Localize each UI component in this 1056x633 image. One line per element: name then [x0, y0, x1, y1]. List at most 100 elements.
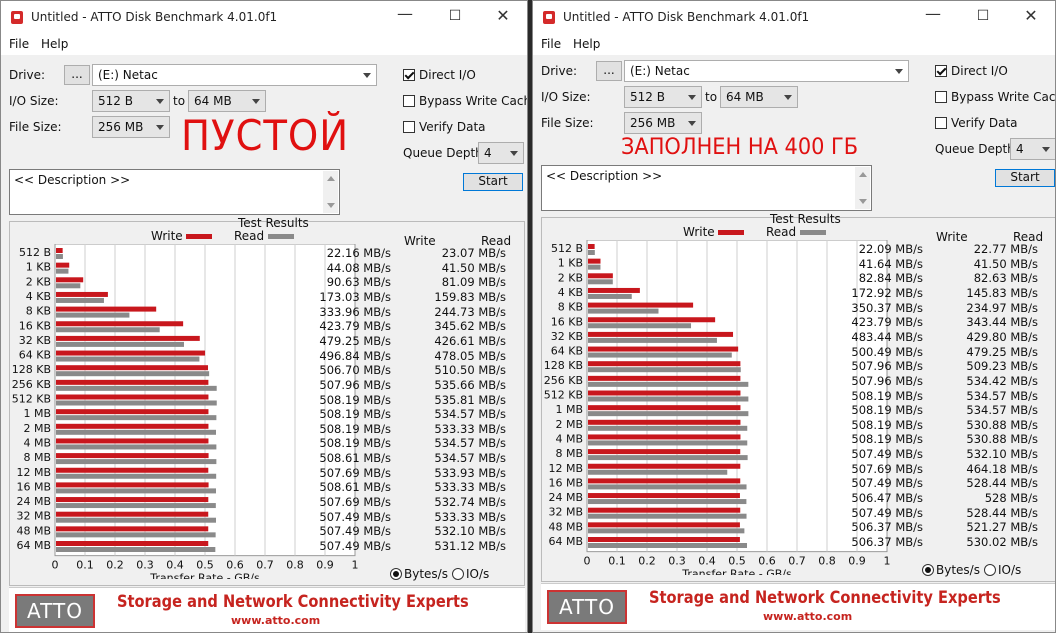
- write-value: 507.49 MB/s: [851, 505, 923, 520]
- read-bar: [588, 352, 732, 358]
- bytes-per-second-radio[interactable]: [922, 564, 934, 576]
- axis-tick-label: 0.1: [608, 555, 626, 568]
- write-bar: [588, 419, 741, 425]
- atto-logo: ATTO: [547, 590, 627, 624]
- axis-tick-label: 0.8: [286, 559, 304, 572]
- write-bar: [56, 379, 209, 385]
- file-size-select[interactable]: 256 MB: [92, 116, 170, 138]
- bypass-write-cache-checkbox[interactable]: [935, 91, 947, 103]
- read-value: 533.93 MB/s: [434, 465, 506, 480]
- read-value: 41.50 MB/s: [973, 256, 1038, 271]
- description-field[interactable]: << Description >>: [9, 169, 340, 215]
- menu-help[interactable]: Help: [41, 37, 68, 51]
- io-size-from-select[interactable]: 512 B: [624, 86, 702, 108]
- write-value: 350.37 MB/s: [851, 300, 923, 315]
- menu-help[interactable]: Help: [573, 37, 600, 51]
- size-label: 128 KB: [12, 363, 51, 376]
- browse-button[interactable]: ...: [596, 61, 622, 81]
- test-results-panel: Test Results Write Read Write Read 512 B1 KB 2…: [541, 212, 1055, 582]
- minimize-icon[interactable]: —: [923, 5, 943, 23]
- description-scrollbar[interactable]: [323, 171, 338, 213]
- io-size-to-value: 64 MB: [194, 94, 232, 108]
- read-bar: [56, 297, 104, 303]
- axis-tick-label: 0.5: [196, 559, 214, 572]
- verify-data-checkbox[interactable]: [403, 121, 415, 133]
- menu-file[interactable]: File: [541, 37, 561, 51]
- io-size-to-value: 64 MB: [726, 90, 764, 104]
- description-scrollbar[interactable]: [855, 167, 870, 209]
- axis-tick-label: 0.8: [818, 555, 836, 568]
- write-bar: [56, 335, 200, 341]
- write-bar: [588, 449, 741, 455]
- size-label: 4 KB: [26, 290, 51, 303]
- io-per-second-label: IO/s: [998, 563, 1022, 577]
- io-size-from-select[interactable]: 512 B: [92, 90, 170, 112]
- drive-select[interactable]: (E:) Netac: [92, 64, 377, 86]
- maximize-icon[interactable]: ☐: [973, 7, 993, 25]
- size-label: 4 MB: [555, 432, 583, 445]
- size-label: 2 KB: [26, 275, 51, 288]
- minimize-icon[interactable]: —: [395, 5, 415, 23]
- io-per-second-radio[interactable]: [984, 564, 996, 576]
- bypass-write-cache-checkbox[interactable]: [403, 95, 415, 107]
- queue-depth-label: Queue Depth:: [935, 142, 1019, 156]
- direct-io-checkbox[interactable]: [403, 69, 415, 81]
- description-field[interactable]: << Description >>: [541, 165, 872, 211]
- size-label: 2 KB: [558, 271, 583, 284]
- write-bar: [56, 423, 209, 429]
- axis-tick-label: 0.1: [76, 559, 94, 572]
- queue-depth-value: 4: [1016, 142, 1024, 156]
- queue-depth-select[interactable]: 4: [1010, 138, 1055, 160]
- size-label: 16 MB: [16, 480, 51, 493]
- file-size-select[interactable]: 256 MB: [624, 112, 702, 134]
- write-value: 507.49 MB/s: [851, 447, 923, 462]
- legend-read-swatch: [268, 234, 294, 239]
- axis-tick-label: 0.2: [638, 555, 656, 568]
- menu-file[interactable]: File: [9, 37, 29, 51]
- drive-select[interactable]: (E:) Netac: [624, 60, 909, 82]
- transfer-rate-chart: 512 B 1 KB2 KB 4 KB 8 KB16 KB 32 KB 64 KB128 …: [12, 244, 359, 579]
- write-bar: [56, 365, 209, 371]
- io-size-to-select[interactable]: 64 MB: [188, 90, 266, 112]
- read-value: 510.50 MB/s: [434, 363, 506, 378]
- read-bar: [588, 367, 741, 373]
- read-bar: [588, 411, 749, 417]
- write-bar: [56, 438, 209, 444]
- description-text: << Description >>: [14, 173, 131, 187]
- read-value: 531.12 MB/s: [434, 539, 506, 553]
- read-value: 429.80 MB/s: [966, 329, 1038, 344]
- read-value: 521.27 MB/s: [966, 520, 1038, 535]
- read-bar: [56, 488, 216, 494]
- start-button[interactable]: Start: [463, 173, 523, 191]
- x-axis-label: Transfer Rate - GB/s: [149, 572, 260, 579]
- read-bar: [56, 356, 200, 362]
- legend-read-swatch: [800, 230, 826, 235]
- read-value: 534.57 MB/s: [434, 407, 506, 422]
- close-icon[interactable]: ✕: [493, 7, 513, 25]
- queue-depth-select[interactable]: 4: [478, 142, 524, 164]
- browse-button[interactable]: ...: [64, 65, 90, 85]
- legend-write-label: Write: [683, 225, 715, 239]
- io-size-to-select[interactable]: 64 MB: [720, 86, 798, 108]
- write-value: 507.96 MB/s: [851, 373, 923, 388]
- verify-data-checkbox[interactable]: [935, 117, 947, 129]
- size-label: 24 MB: [16, 495, 51, 508]
- write-value: 41.64 MB/s: [858, 256, 923, 271]
- size-label: 32 KB: [19, 334, 51, 347]
- bytes-per-second-radio[interactable]: [390, 568, 402, 580]
- write-bar: [588, 390, 741, 396]
- size-label: 8 MB: [555, 447, 583, 460]
- menu-bar: File Help: [1, 33, 527, 55]
- io-per-second-radio[interactable]: [452, 568, 464, 580]
- legend-write-swatch: [186, 234, 212, 239]
- legend-write-swatch: [718, 230, 744, 235]
- maximize-icon[interactable]: ☐: [445, 7, 465, 25]
- size-label: 32 MB: [16, 510, 51, 523]
- read-bar: [56, 415, 217, 421]
- direct-io-checkbox[interactable]: [935, 65, 947, 77]
- start-button[interactable]: Start: [995, 169, 1055, 187]
- write-value: 508.19 MB/s: [851, 403, 923, 418]
- close-icon[interactable]: ✕: [1021, 7, 1041, 25]
- axis-tick-label: 1: [352, 559, 359, 572]
- write-value: 333.96 MB/s: [319, 304, 391, 319]
